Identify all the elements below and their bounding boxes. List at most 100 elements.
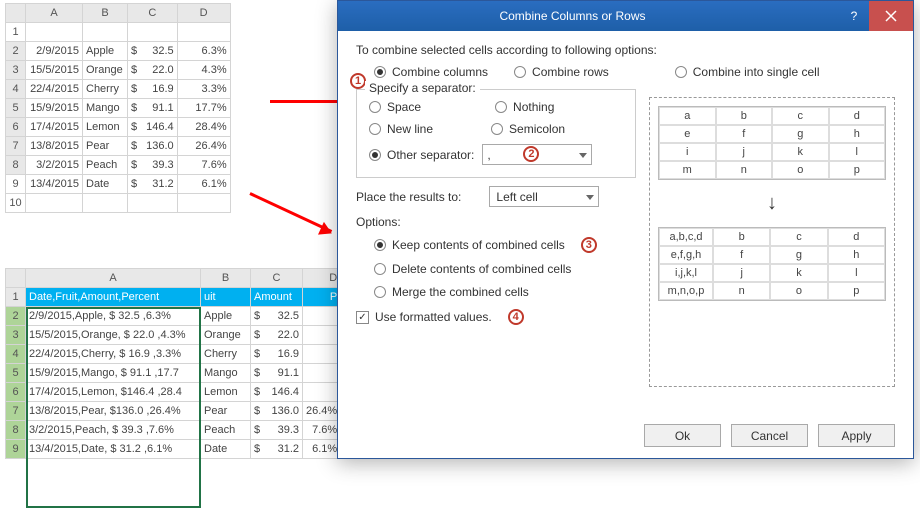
cell[interactable]: $ bbox=[128, 156, 141, 175]
cell[interactable]: Orange bbox=[201, 326, 251, 345]
ok-button[interactable]: Ok bbox=[644, 424, 721, 447]
apply-button[interactable]: Apply bbox=[818, 424, 895, 447]
cell[interactable]: 22.0 bbox=[140, 61, 177, 80]
cell[interactable]: Lemon bbox=[83, 118, 128, 137]
cell[interactable]: $ bbox=[128, 99, 141, 118]
cell[interactable]: $ bbox=[128, 61, 141, 80]
row-header[interactable]: 8 bbox=[6, 156, 26, 175]
cell[interactable]: 32.5 bbox=[266, 307, 303, 326]
titlebar[interactable]: Combine Columns or Rows ? bbox=[338, 1, 913, 31]
cell[interactable]: 15/5/2015,Orange, $ 22.0 ,4.3% bbox=[26, 326, 201, 345]
sep-space-radio[interactable]: Space bbox=[369, 100, 421, 114]
row-header[interactable]: 7 bbox=[6, 402, 26, 421]
cell[interactable] bbox=[177, 194, 230, 213]
opt-delete-radio[interactable]: Delete contents of combined cells bbox=[374, 262, 636, 276]
row-header[interactable]: 7 bbox=[6, 137, 26, 156]
corner-cell[interactable] bbox=[6, 4, 26, 23]
combine-single-cell-radio[interactable]: Combine into single cell bbox=[675, 65, 820, 79]
sep-semicolon-radio[interactable]: Semicolon bbox=[491, 122, 565, 136]
cell[interactable]: 22/4/2015 bbox=[26, 80, 83, 99]
cell[interactable]: 6.1% bbox=[303, 440, 341, 459]
result-spreadsheet[interactable]: ABCD 1Date,Fruit,Amount,PercentuitAmount… bbox=[5, 268, 341, 459]
header-cell[interactable]: uit bbox=[201, 288, 251, 307]
col-header[interactable]: A bbox=[26, 4, 83, 23]
cell[interactable]: 13/8/2015,Pear, $136.0 ,26.4% bbox=[26, 402, 201, 421]
cell[interactable] bbox=[83, 194, 128, 213]
cell[interactable] bbox=[303, 364, 341, 383]
source-spreadsheet[interactable]: ABCD 1DateFruitAmountPercent 22/9/2015Ap… bbox=[5, 3, 231, 213]
cell[interactable]: Pear bbox=[83, 137, 128, 156]
combine-columns-radio[interactable]: Combine columns bbox=[374, 65, 488, 79]
cell[interactable]: $ bbox=[251, 364, 266, 383]
cell[interactable]: 17.7% bbox=[177, 99, 230, 118]
cell[interactable]: $ bbox=[128, 137, 141, 156]
row-header[interactable]: 4 bbox=[6, 80, 26, 99]
header-cell[interactable]: Amount bbox=[251, 288, 303, 307]
cell[interactable]: 15/9/2015,Mango, $ 91.1 ,17.7 bbox=[26, 364, 201, 383]
cell[interactable]: Peach bbox=[201, 421, 251, 440]
row-header[interactable]: 4 bbox=[6, 345, 26, 364]
cell[interactable]: $ bbox=[251, 345, 266, 364]
header-cell[interactable]: P bbox=[303, 288, 341, 307]
row-header[interactable]: 8 bbox=[6, 421, 26, 440]
row-header[interactable]: 9 bbox=[6, 175, 26, 194]
header-cell[interactable]: Percent bbox=[177, 23, 230, 42]
cell[interactable]: 16.9 bbox=[140, 80, 177, 99]
cell[interactable]: 2/9/2015,Apple, $ 32.5 ,6.3% bbox=[26, 307, 201, 326]
cell[interactable]: $ bbox=[251, 421, 266, 440]
cell[interactable] bbox=[303, 345, 341, 364]
cell[interactable]: $ bbox=[128, 80, 141, 99]
col-header[interactable]: A bbox=[26, 269, 201, 288]
cell[interactable]: 28.4% bbox=[177, 118, 230, 137]
cell[interactable]: 3.3% bbox=[177, 80, 230, 99]
cell[interactable]: $ bbox=[251, 383, 266, 402]
cell[interactable]: Lemon bbox=[201, 383, 251, 402]
row-header[interactable]: 6 bbox=[6, 118, 26, 137]
col-header[interactable]: C bbox=[251, 269, 303, 288]
cell[interactable]: 6.1% bbox=[177, 175, 230, 194]
combine-rows-radio[interactable]: Combine rows bbox=[514, 65, 609, 79]
cell[interactable]: Cherry bbox=[201, 345, 251, 364]
cell[interactable]: 17/4/2015 bbox=[26, 118, 83, 137]
formatted-values-checkbox[interactable]: ✓ bbox=[356, 311, 369, 324]
cell[interactable]: $ bbox=[251, 440, 266, 459]
row-header[interactable]: 3 bbox=[6, 326, 26, 345]
cell[interactable] bbox=[303, 383, 341, 402]
cell[interactable]: 6.3% bbox=[177, 42, 230, 61]
cell[interactable]: 146.4 bbox=[140, 118, 177, 137]
cell[interactable]: 2/9/2015 bbox=[26, 42, 83, 61]
cell[interactable]: $ bbox=[251, 402, 266, 421]
cell[interactable]: 3/2/2015 bbox=[26, 156, 83, 175]
sep-newline-radio[interactable]: New line bbox=[369, 122, 433, 136]
cell[interactable]: Pear bbox=[201, 402, 251, 421]
header-cell[interactable]: Date bbox=[26, 23, 83, 42]
cell[interactable]: 22.0 bbox=[266, 326, 303, 345]
cell[interactable]: $ bbox=[128, 42, 141, 61]
col-header[interactable]: D bbox=[303, 269, 341, 288]
row-header[interactable]: 2 bbox=[6, 307, 26, 326]
cell[interactable]: 39.3 bbox=[266, 421, 303, 440]
cell[interactable]: Date bbox=[201, 440, 251, 459]
sep-nothing-radio[interactable]: Nothing bbox=[495, 100, 554, 114]
cell[interactable] bbox=[303, 326, 341, 345]
cell[interactable] bbox=[128, 194, 178, 213]
cell[interactable]: 15/9/2015 bbox=[26, 99, 83, 118]
cell[interactable]: 7.6% bbox=[303, 421, 341, 440]
cell[interactable]: 26.4% bbox=[177, 137, 230, 156]
close-button[interactable] bbox=[869, 1, 913, 31]
cell[interactable]: 17/4/2015,Lemon, $146.4 ,28.4 bbox=[26, 383, 201, 402]
col-header[interactable]: D bbox=[177, 4, 230, 23]
corner-cell[interactable] bbox=[6, 269, 26, 288]
row-header[interactable]: 1 bbox=[6, 288, 26, 307]
cell[interactable]: $ bbox=[251, 326, 266, 345]
header-cell[interactable]: Fruit bbox=[83, 23, 128, 42]
cell[interactable]: 32.5 bbox=[140, 42, 177, 61]
cell[interactable]: 31.2 bbox=[266, 440, 303, 459]
col-header[interactable]: C bbox=[128, 4, 178, 23]
cell[interactable]: 22/4/2015,Cherry, $ 16.9 ,3.3% bbox=[26, 345, 201, 364]
sep-other-radio[interactable]: Other separator: bbox=[369, 148, 474, 162]
opt-merge-radio[interactable]: Merge the combined cells bbox=[374, 285, 636, 299]
cell[interactable]: $ bbox=[128, 175, 141, 194]
cell[interactable] bbox=[303, 307, 341, 326]
cell[interactable]: $ bbox=[128, 118, 141, 137]
